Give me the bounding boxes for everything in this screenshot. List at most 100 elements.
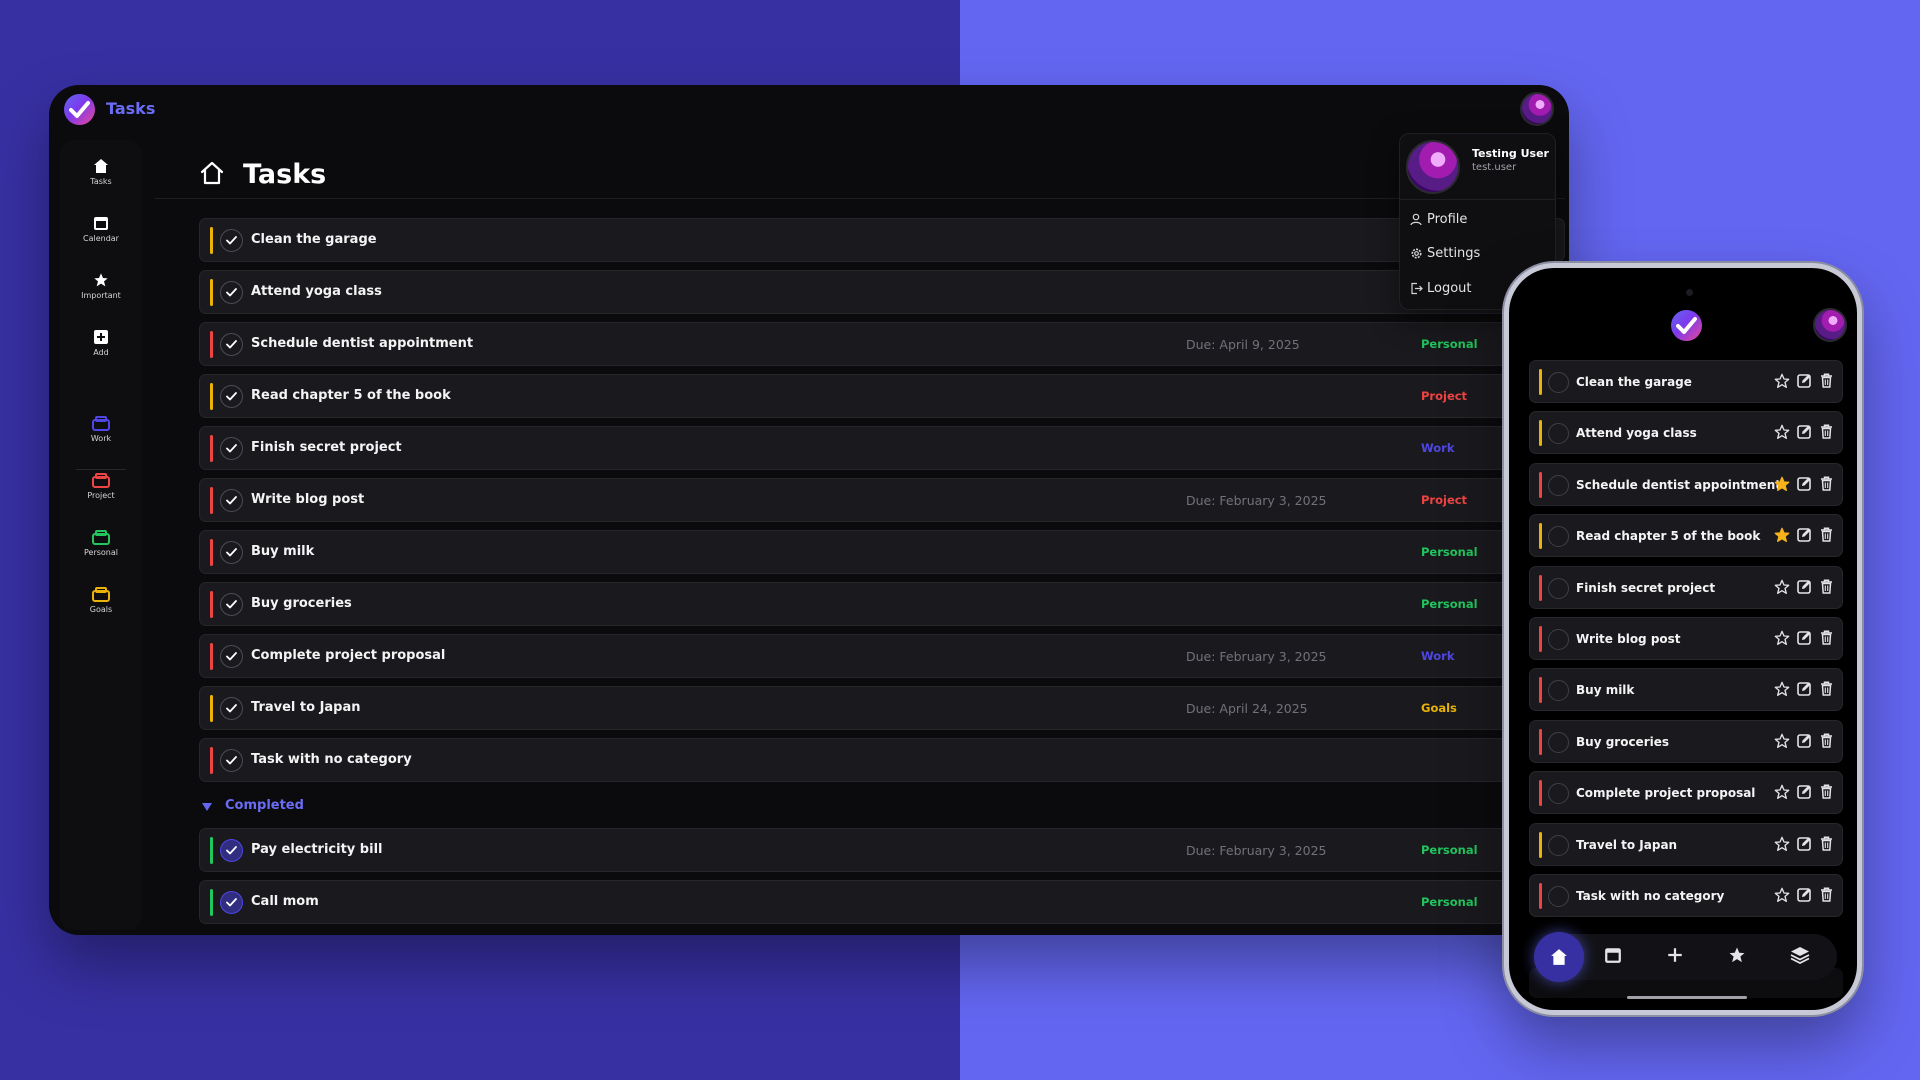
task-checkbox[interactable] — [1548, 680, 1569, 702]
delete-button[interactable] — [1820, 527, 1833, 546]
task-checkbox[interactable] — [220, 749, 243, 772]
task-checkbox[interactable] — [1548, 372, 1569, 393]
task-row[interactable]: Schedule dentist appointment — [1529, 462, 1843, 506]
task-row[interactable]: Read chapter 5 of the book Project — [199, 374, 1565, 418]
edit-button[interactable] — [1797, 733, 1812, 752]
task-row[interactable]: Travel to Japan Due: April 24, 2025 Goals — [199, 686, 1565, 730]
task-row[interactable]: Buy groceries Personal — [199, 582, 1565, 626]
star-button[interactable] — [1774, 424, 1790, 444]
task-checkbox[interactable] — [1548, 526, 1569, 548]
edit-button[interactable] — [1797, 681, 1812, 700]
task-checkbox[interactable] — [220, 385, 243, 408]
task-checkbox[interactable] — [220, 891, 243, 914]
task-checkbox[interactable] — [1548, 783, 1569, 805]
sidebar-item-personal[interactable]: Personal — [60, 529, 142, 557]
nav-categories-button[interactable] — [1790, 946, 1810, 968]
task-checkbox[interactable] — [1548, 834, 1569, 856]
task-checkbox[interactable] — [1548, 629, 1569, 650]
delete-button[interactable] — [1820, 476, 1833, 495]
sidebar-item-add[interactable]: Add — [60, 329, 142, 357]
task-row[interactable]: Write blog post Due: February 3, 2025 Proj… — [199, 478, 1565, 522]
completed-task-row[interactable]: Call mom Personal — [199, 880, 1565, 924]
delete-button[interactable] — [1820, 373, 1833, 392]
delete-button[interactable] — [1820, 681, 1833, 700]
delete-button[interactable] — [1820, 579, 1833, 598]
delete-button[interactable] — [1820, 733, 1833, 752]
task-row[interactable]: Finish secret project Work — [199, 426, 1565, 470]
task-checkbox[interactable] — [1548, 731, 1569, 753]
star-button[interactable] — [1774, 579, 1790, 599]
task-checkbox[interactable] — [1548, 886, 1569, 907]
delete-button[interactable] — [1820, 887, 1833, 906]
sidebar-item-goals[interactable]: Goals — [60, 586, 142, 614]
task-row[interactable]: Buy groceries — [1529, 719, 1843, 763]
task-row[interactable]: Schedule dentist appointment Due: April 9… — [199, 322, 1565, 366]
star-button[interactable] — [1774, 373, 1790, 393]
task-row[interactable]: Clean the garage — [1529, 360, 1843, 403]
task-checkbox[interactable] — [1548, 577, 1569, 599]
user-avatar[interactable] — [1520, 92, 1554, 126]
delete-button[interactable] — [1820, 784, 1833, 803]
star-button[interactable] — [1774, 681, 1790, 701]
menu-item-settings[interactable]: Settings — [1410, 244, 1550, 264]
task-checkbox[interactable] — [220, 437, 243, 460]
task-row[interactable]: Buy milk — [1529, 668, 1843, 712]
task-row[interactable]: Buy milk Personal — [199, 530, 1565, 574]
task-row[interactable]: Task with no category — [199, 738, 1565, 782]
star-button[interactable] — [1774, 733, 1790, 753]
nav-important-button[interactable] — [1728, 946, 1746, 968]
task-checkbox[interactable] — [220, 229, 243, 252]
task-row[interactable]: Clean the garagePersonal — [199, 218, 1565, 262]
nav-add-button[interactable] — [1666, 946, 1684, 968]
task-row[interactable]: Write blog post — [1529, 617, 1843, 660]
task-checkbox[interactable] — [220, 333, 243, 356]
task-row[interactable]: Travel to Japan — [1529, 822, 1843, 866]
delete-button[interactable] — [1820, 630, 1833, 649]
nav-calendar-button[interactable] — [1604, 946, 1622, 968]
task-row[interactable]: Task with no category — [1529, 874, 1843, 917]
task-row[interactable]: Read chapter 5 of the book — [1529, 514, 1843, 558]
task-checkbox[interactable] — [220, 489, 243, 512]
star-button[interactable] — [1774, 784, 1790, 804]
delete-button[interactable] — [1820, 424, 1833, 443]
edit-button[interactable] — [1797, 527, 1812, 546]
star-button[interactable] — [1774, 527, 1790, 547]
app-logo[interactable] — [1671, 310, 1702, 341]
star-button[interactable] — [1774, 836, 1790, 856]
task-row[interactable]: Finish secret project — [1529, 565, 1843, 609]
task-checkbox[interactable] — [220, 697, 243, 720]
sidebar-item-important[interactable]: Important — [60, 272, 142, 300]
user-avatar[interactable] — [1813, 308, 1847, 342]
sidebar-item-work[interactable]: Work — [60, 415, 142, 443]
task-checkbox[interactable] — [220, 645, 243, 668]
edit-button[interactable] — [1797, 424, 1812, 443]
task-row[interactable]: Complete project proposal — [1529, 771, 1843, 815]
edit-button[interactable] — [1797, 476, 1812, 495]
menu-item-profile[interactable]: Profile — [1410, 210, 1550, 230]
app-logo[interactable] — [64, 94, 95, 125]
task-checkbox[interactable] — [1548, 474, 1569, 496]
edit-button[interactable] — [1797, 373, 1812, 392]
star-button[interactable] — [1774, 630, 1790, 650]
edit-button[interactable] — [1797, 630, 1812, 649]
delete-button[interactable] — [1820, 836, 1833, 855]
task-row[interactable]: Attend yoga classPersonal — [199, 270, 1565, 314]
sidebar-item-tasks[interactable]: Tasks — [60, 158, 142, 186]
task-row[interactable]: Attend yoga class — [1529, 411, 1843, 455]
completed-task-row[interactable]: Pay electricity bill Due: February 3, 202… — [199, 828, 1565, 872]
task-checkbox[interactable] — [220, 593, 243, 616]
task-checkbox[interactable] — [220, 541, 243, 564]
star-button[interactable] — [1774, 476, 1790, 496]
star-button[interactable] — [1774, 887, 1790, 907]
task-checkbox[interactable] — [220, 839, 243, 862]
edit-button[interactable] — [1797, 836, 1812, 855]
sidebar-item-calendar[interactable]: Calendar — [60, 215, 142, 243]
sidebar-item-project[interactable]: Project — [60, 472, 142, 500]
edit-button[interactable] — [1797, 784, 1812, 803]
edit-button[interactable] — [1797, 887, 1812, 906]
task-checkbox[interactable] — [1548, 423, 1569, 445]
task-checkbox[interactable] — [220, 281, 243, 304]
edit-button[interactable] — [1797, 579, 1812, 598]
task-row[interactable]: Complete project proposal Due: February 3… — [199, 634, 1565, 678]
nav-home-button[interactable] — [1534, 932, 1584, 982]
